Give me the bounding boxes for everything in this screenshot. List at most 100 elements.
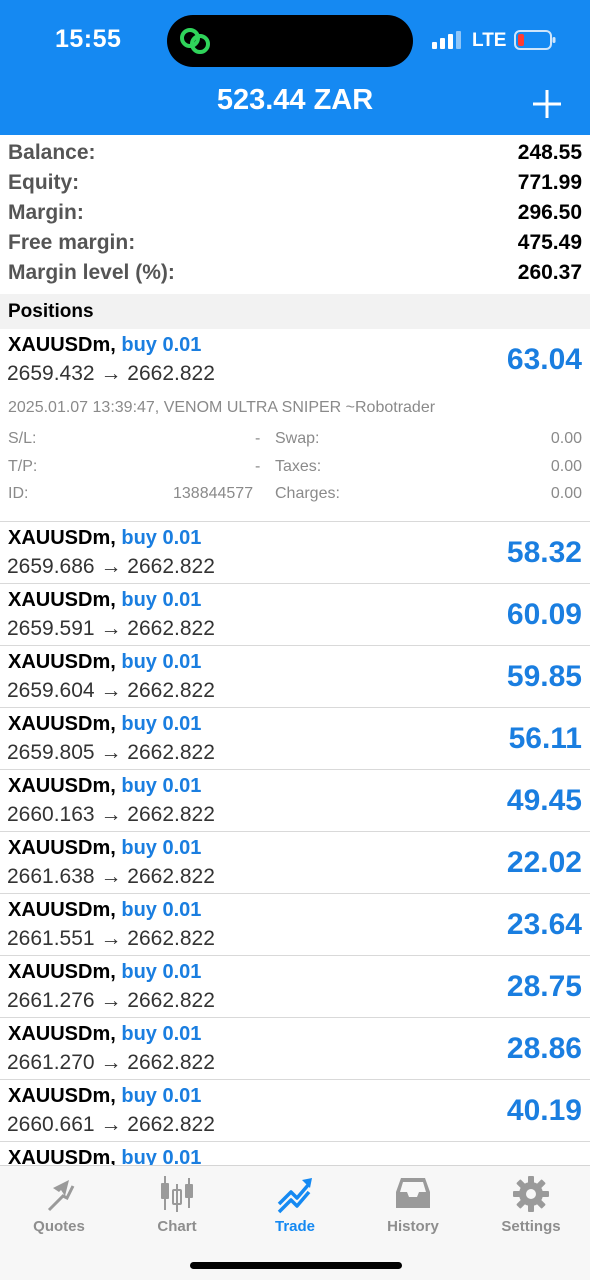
position-row[interactable]: XAUUSDm, buy 0.01 2659.686 → 2662.822 58… <box>0 522 590 584</box>
open-price: 2661.270 <box>7 1051 95 1074</box>
position-row[interactable]: XAUUSDm, buy 0.01 2661.270 → 2662.822 28… <box>0 1018 590 1080</box>
position-row[interactable]: XAUUSDm, buy 0.01 2659.604 → 2662.822 59… <box>0 646 590 708</box>
tab-label: Chart <box>157 1218 197 1235</box>
position-side: buy 0.01 <box>121 1085 202 1107</box>
summary-value: 475.49 <box>517 231 582 254</box>
page-title: 523.44 ZAR <box>216 84 374 116</box>
position-symbol: XAUUSDm, <box>8 837 116 859</box>
summary-row-margin-level: Margin level (%): 260.37 <box>0 258 590 288</box>
tp-value: - <box>255 458 261 475</box>
position-symbol: XAUUSDm, <box>8 527 116 549</box>
charges-value: 0.00 <box>550 485 582 502</box>
open-price: 2661.551 <box>7 927 95 950</box>
open-price: 2659.686 <box>7 555 95 578</box>
trade-icon <box>277 1178 312 1214</box>
current-price: 2662.822 <box>127 927 215 950</box>
account-summary: Balance: 248.55 Equity: 771.99 Margin: 2… <box>0 138 590 288</box>
position-title: XAUUSDm, buy 0.01 <box>8 775 201 798</box>
current-price: 2662.822 <box>127 989 215 1012</box>
history-inbox-icon <box>396 1178 430 1208</box>
position-symbol: XAUUSDm, <box>8 651 116 673</box>
tab-label: Trade <box>274 1218 316 1235</box>
position-row[interactable]: XAUUSDm, buy 0.01 2659.805 → 2662.822 56… <box>0 708 590 770</box>
position-side: buy 0.01 <box>121 527 202 549</box>
status-time: 15:55 <box>55 25 122 53</box>
tab-settings[interactable]: Settings <box>472 1174 590 1244</box>
sl-label: S/L: <box>8 430 37 447</box>
id-value: 138844577 <box>173 485 254 502</box>
position-profit: 60.09 <box>506 598 582 631</box>
tab-quotes[interactable]: Quotes <box>0 1174 118 1244</box>
open-price: 2661.276 <box>7 989 95 1012</box>
arrow: → <box>100 1113 122 1136</box>
tab-trade[interactable]: Trade <box>236 1174 354 1244</box>
position-symbol: XAUUSDm, <box>8 1085 116 1107</box>
home-indicator[interactable] <box>190 1262 402 1269</box>
position-row[interactable]: XAUUSDm, buy 0.01 2661.551 → 2662.822 23… <box>0 894 590 956</box>
arrow: → <box>100 989 122 1012</box>
summary-row-equity: Equity: 771.99 <box>0 168 590 198</box>
current-price: 2662.822 <box>127 803 215 826</box>
signal-icon <box>432 31 461 49</box>
position-side: buy 0.01 <box>121 713 202 735</box>
position-prices: 2659.805 → 2662.822 <box>7 741 215 765</box>
current-price: 2662.822 <box>127 741 215 764</box>
position-prices: 2660.661 → 2662.822 <box>7 1113 215 1137</box>
open-price: 2660.163 <box>7 803 95 826</box>
current-price: 2662.822 <box>127 555 215 578</box>
current-price: 2662.822 <box>127 679 215 702</box>
position-prices: 2661.276 → 2662.822 <box>7 989 215 1013</box>
positions-header: Positions <box>0 294 590 329</box>
position-side: buy 0.01 <box>121 961 202 983</box>
position-symbol: XAUUSDm, <box>8 961 116 983</box>
add-order-button[interactable] <box>529 86 565 122</box>
position-row[interactable]: XAUUSDm, buy 0.01 2660.661 → 2662.822 40… <box>0 1080 590 1142</box>
tp-label: T/P: <box>8 458 38 475</box>
position-prices: 2659.604 → 2662.822 <box>7 679 215 703</box>
tab-chart[interactable]: Chart <box>118 1174 236 1244</box>
position-prices: 2659.591 → 2662.822 <box>7 617 215 641</box>
open-price: 2660.661 <box>7 1113 95 1136</box>
summary-label: Free margin: <box>8 231 136 254</box>
summary-row-margin: Margin: 296.50 <box>0 198 590 228</box>
arrow: → <box>100 617 122 640</box>
position-side: buy 0.01 <box>121 775 202 797</box>
id-label: ID: <box>8 485 29 502</box>
position-row[interactable]: XAUUSDm, buy 0.01 2659.591 → 2662.822 60… <box>0 584 590 646</box>
summary-value: 296.50 <box>517 201 582 224</box>
position-prices: 2661.270 → 2662.822 <box>7 1051 215 1075</box>
position-title: XAUUSDm, buy 0.01 <box>8 651 201 674</box>
tab-label: Settings <box>501 1218 561 1235</box>
position-row[interactable]: XAUUSDm, buy 0.01 2661.638 → 2662.822 22… <box>0 832 590 894</box>
tab-label: History <box>387 1218 439 1235</box>
arrow: → <box>100 679 122 702</box>
position-row-expanded[interactable]: XAUUSDm, buy 0.01 2659.432 → 2662.822 63… <box>0 329 590 522</box>
position-prices: 2659.686 → 2662.822 <box>7 555 215 579</box>
network-type: LTE <box>472 30 507 51</box>
position-prices: 2659.432 → 2662.822 <box>7 362 215 386</box>
summary-value: 771.99 <box>517 171 582 194</box>
tab-history[interactable]: History <box>354 1174 472 1244</box>
position-profit: 58.32 <box>506 536 582 569</box>
position-meta: 2025.01.07 13:39:47, VENOM ULTRA SNIPER … <box>8 399 436 416</box>
position-row[interactable]: XAUUSDm, buy 0.01 2661.276 → 2662.822 28… <box>0 956 590 1018</box>
position-prices: 2660.163 → 2662.822 <box>7 803 215 827</box>
position-row[interactable]: XAUUSDm, buy 0.01 2660.163 → 2662.822 49… <box>0 770 590 832</box>
position-title: XAUUSDm, buy 0.01 <box>8 713 201 736</box>
charges-label: Charges: <box>275 485 340 502</box>
taxes-label: Taxes: <box>275 458 322 475</box>
position-side: buy 0.01 <box>121 837 202 859</box>
current-price: 2662.822 <box>127 617 215 640</box>
summary-label: Margin level (%): <box>8 261 175 284</box>
arrow: → <box>100 1051 122 1074</box>
summary-label: Margin: <box>8 201 84 224</box>
arrow: → <box>100 362 122 385</box>
position-symbol: XAUUSDm, <box>8 713 116 735</box>
position-profit: 59.85 <box>506 660 582 693</box>
position-symbol: XAUUSDm, <box>8 589 116 611</box>
position-title: XAUUSDm, buy 0.01 <box>8 899 201 922</box>
open-price: 2659.591 <box>7 617 95 640</box>
position-profit: 28.75 <box>506 970 582 1003</box>
position-title: XAUUSDm, buy 0.01 <box>8 1085 201 1108</box>
swap-value: 0.00 <box>550 430 582 447</box>
